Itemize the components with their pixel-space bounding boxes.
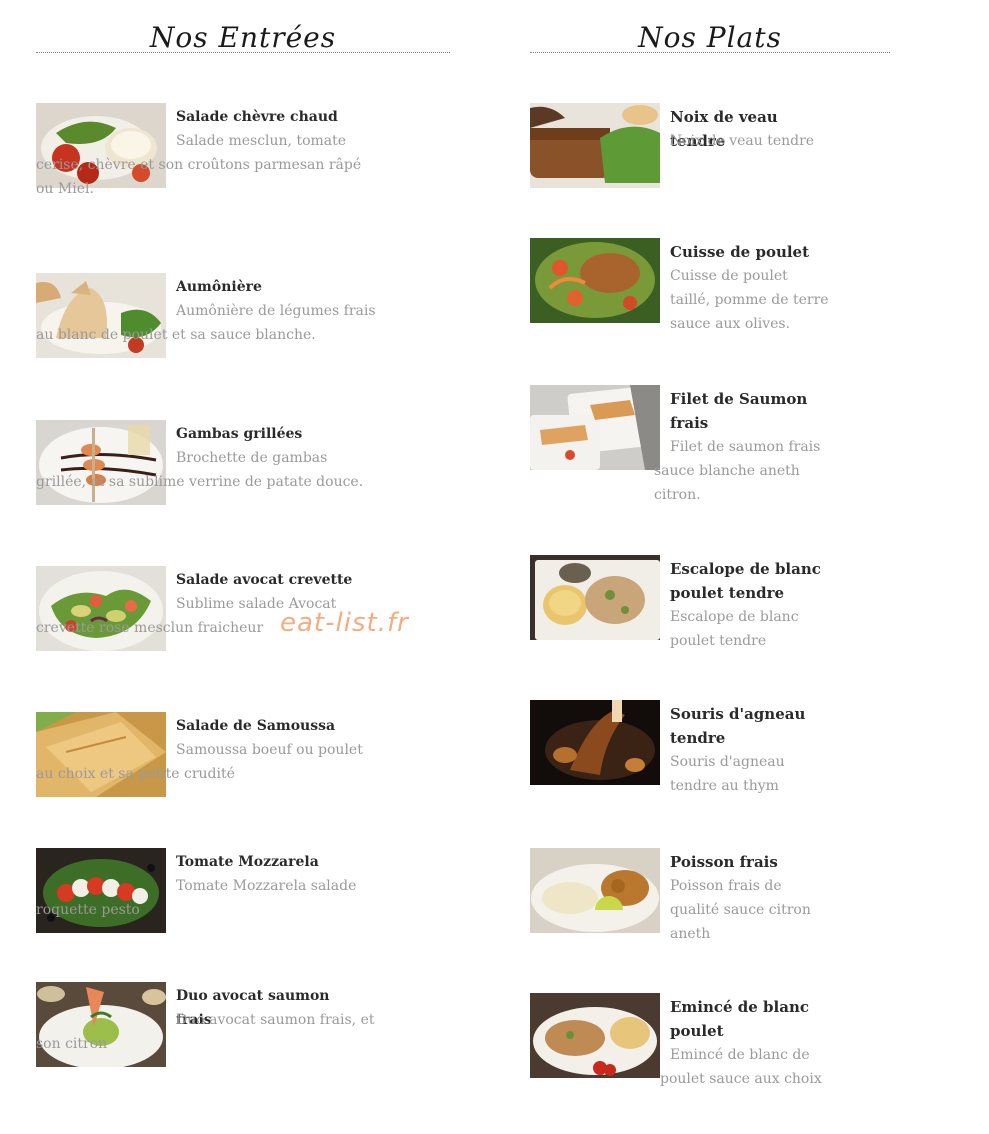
dish-name: Emincé de blanc poulet: [670, 998, 810, 1040]
dish-photo: [530, 700, 660, 785]
dish-name: Poisson frais: [670, 853, 778, 871]
plat-item[interactable]: Noix de veau tendre Noix de veau tendre: [530, 103, 830, 203]
plat-item[interactable]: Emincé de blanc poulet Emincé de blanc d…: [530, 993, 830, 1113]
dish-photo: [530, 993, 660, 1078]
dish-description: Aumônière de légumes frais au blanc de p…: [36, 303, 376, 343]
dish-name: Escalope de blanc poulet tendre: [670, 560, 821, 602]
dish-photo: [530, 848, 660, 933]
plat-item[interactable]: Escalope de blanc poulet tendre Escalope…: [530, 555, 830, 655]
dish-photo: [530, 103, 660, 188]
dish-description: Tomate Mozzarela salade roquette pesto: [36, 878, 357, 918]
plats-divider: [530, 52, 890, 53]
dish-description: Salade mesclun, tomate cerise, chèvre et…: [36, 133, 362, 197]
dish-name: Filet de Saumon frais: [670, 390, 808, 432]
watermark-logo: eat-list.fr: [280, 608, 409, 638]
entree-item[interactable]: Salade de Samoussa Samoussa boeuf ou pou…: [36, 712, 376, 812]
dish-photo: [530, 238, 660, 323]
entree-item[interactable]: Duo avocat saumon frais Duo avocat saumo…: [36, 982, 376, 1082]
dish-description: Poisson frais de qualité sauce citron an…: [670, 878, 811, 942]
dish-description: Samoussa boeuf ou poulet au choix et sa …: [36, 742, 363, 782]
entrees-divider: [36, 52, 450, 53]
dish-description: Filet de saumon frais sauce blanche anet…: [654, 439, 821, 503]
dish-description: Duo avocat saumon frais, et son citron: [36, 1012, 375, 1052]
dish-photo: [530, 385, 660, 470]
entree-item[interactable]: Salade chèvre chaud Salade mesclun, toma…: [36, 103, 376, 223]
dish-name: Salade avocat crevette: [176, 572, 353, 588]
dish-description: Escalope de blanc poulet tendre: [670, 609, 799, 649]
entree-item[interactable]: Aumônière Aumônière de légumes frais au …: [36, 273, 376, 373]
dish-name: Cuisse de poulet: [670, 243, 810, 261]
plats-title: Nos Plats: [638, 21, 782, 54]
dish-photo: [530, 555, 660, 640]
dish-description: Souris d'agneau tendre au thym: [670, 754, 785, 794]
dish-description: Emincé de blanc de poulet sauce aux choi…: [660, 1047, 822, 1087]
dish-name: Souris d'agneau tendre: [670, 705, 806, 747]
plat-item[interactable]: Cuisse de poulet Cuisse de poulet taillé…: [530, 238, 830, 338]
dish-name: Tomate Mozzarela: [176, 854, 319, 870]
dish-name: Salade de Samoussa: [176, 718, 336, 734]
entree-item[interactable]: Tomate Mozzarela Tomate Mozzarela salade…: [36, 848, 376, 948]
dish-description: Cuisse de poulet taillé, pomme de terre …: [670, 268, 829, 332]
plat-item[interactable]: Filet de Saumon frais Filet de saumon fr…: [530, 385, 830, 505]
dish-description: Brochette de gambas grillée, et sa subli…: [36, 450, 364, 490]
dish-name: Gambas grillées: [176, 426, 303, 442]
dish-name: Aumônière: [176, 279, 262, 295]
entrees-title: Nos Entrées: [149, 21, 337, 54]
plat-item[interactable]: Poisson frais Poisson frais de qualité s…: [530, 848, 830, 948]
dish-name: Salade chèvre chaud: [176, 109, 338, 125]
plat-item[interactable]: Souris d'agneau tendre Souris d'agneau t…: [530, 700, 830, 800]
dish-description: Noix de veau tendre: [670, 133, 815, 149]
entree-item[interactable]: Gambas grillées Brochette de gambas gril…: [36, 420, 376, 520]
